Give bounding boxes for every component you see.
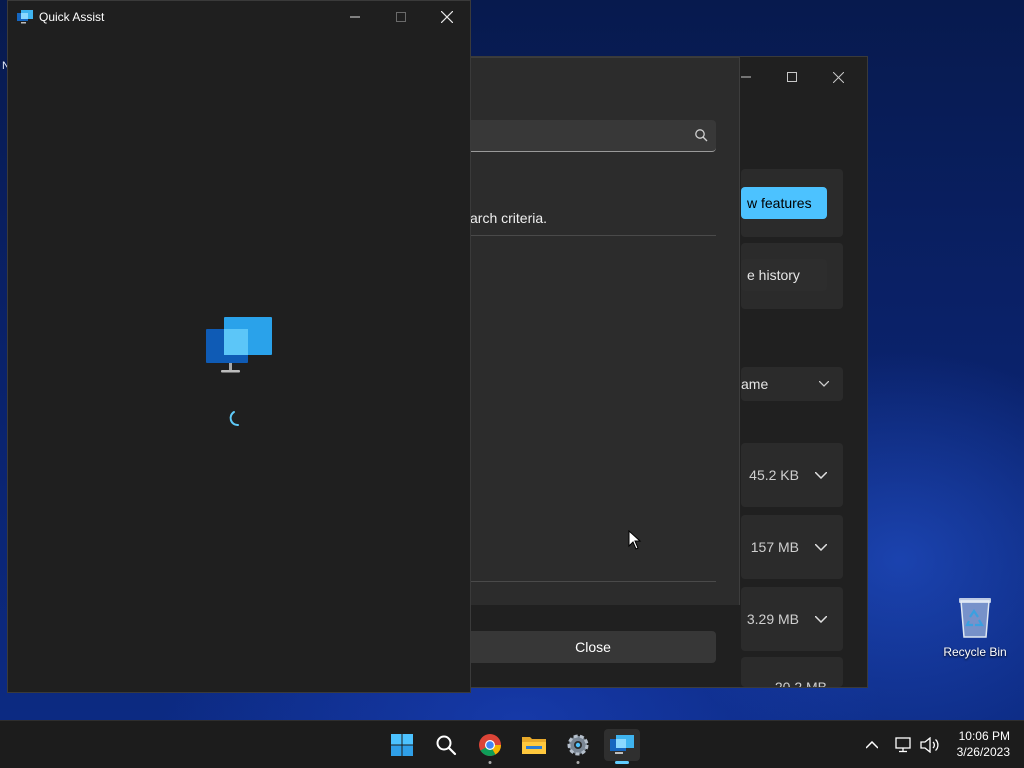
see-history-button[interactable]: e history — [741, 259, 827, 291]
chevron-down-icon — [815, 615, 827, 623]
divider — [470, 235, 716, 236]
view-features-button[interactable]: w features — [741, 187, 827, 219]
close-icon — [441, 10, 453, 23]
maximize-button[interactable] — [769, 63, 815, 91]
taskbar-quick-assist[interactable] — [604, 729, 640, 764]
feature-row[interactable]: 20.2 MB — [741, 657, 843, 687]
feature-row[interactable]: 157 MB — [741, 515, 843, 579]
optional-features-dialog: arch criteria. Close — [470, 57, 740, 688]
loading-spinner-icon — [229, 411, 239, 426]
maximize-icon — [396, 11, 406, 22]
feature-size: 3.29 MB — [746, 611, 799, 627]
sort-dropdown[interactable]: ame — [741, 367, 843, 401]
minimize-icon — [741, 76, 751, 78]
quick-assist-icon — [610, 735, 634, 754]
volume-icon — [920, 737, 939, 753]
close-window-button[interactable] — [424, 1, 470, 32]
minimize-button[interactable] — [332, 1, 378, 32]
sort-dropdown-value: ame — [741, 376, 769, 392]
start-button[interactable] — [384, 729, 420, 761]
show-hidden-icons-button[interactable] — [862, 729, 882, 761]
clock-time: 10:06 PM — [958, 729, 1010, 743]
running-indicator — [488, 761, 492, 764]
taskbar-chrome[interactable] — [472, 729, 508, 764]
feature-size: 20.2 MB — [774, 679, 827, 687]
divider — [470, 581, 716, 582]
network-icon — [895, 737, 911, 753]
quick-assist-logo-icon — [206, 317, 272, 373]
volume-button[interactable] — [918, 729, 942, 761]
quick-assist-app-icon — [17, 9, 33, 23]
recycle-bin[interactable]: Recycle Bin — [940, 595, 1010, 659]
running-indicator — [576, 761, 580, 764]
feature-search-input[interactable] — [470, 120, 716, 152]
file-explorer-icon — [522, 737, 546, 754]
search-icon — [436, 735, 457, 756]
dialog-footer: Close — [470, 605, 740, 687]
minimize-icon — [350, 16, 360, 17]
title-bar[interactable]: Quick Assist — [8, 1, 470, 32]
clock[interactable]: 10:06 PM 3/26/2023 — [957, 728, 1010, 760]
maximize-button[interactable] — [378, 1, 424, 32]
chevron-down-icon — [815, 471, 827, 479]
feature-size: 45.2 KB — [749, 467, 799, 483]
close-window-button[interactable] — [815, 63, 861, 91]
taskbar-file-explorer[interactable] — [516, 729, 552, 761]
window-title: Quick Assist — [39, 9, 105, 24]
search-icon — [695, 129, 708, 142]
settings-window-controls — [723, 63, 861, 91]
clock-date: 3/26/2023 — [956, 745, 1010, 759]
start-icon — [391, 734, 413, 756]
active-indicator — [615, 761, 629, 764]
settings-icon — [567, 734, 589, 756]
quick-assist-window: Quick Assist — [7, 0, 471, 693]
feature-row[interactable]: 45.2 KB — [741, 443, 843, 507]
window-controls — [332, 1, 470, 32]
mouse-pointer-icon — [628, 530, 642, 550]
close-icon — [832, 71, 844, 83]
feature-size: 157 MB — [750, 539, 799, 555]
chevron-up-icon — [866, 741, 878, 749]
chrome-icon — [479, 734, 501, 756]
taskbar-settings[interactable] — [560, 729, 596, 764]
recycle-bin-icon — [959, 598, 991, 638]
close-button[interactable]: Close — [470, 631, 716, 663]
feature-row[interactable]: 3.29 MB — [741, 587, 843, 651]
maximize-icon — [787, 72, 797, 82]
chevron-down-icon — [819, 381, 829, 387]
chevron-down-icon — [815, 543, 827, 551]
network-button[interactable] — [892, 729, 916, 761]
no-results-message: arch criteria. — [470, 210, 548, 226]
recycle-bin-label: Recycle Bin — [943, 645, 1007, 659]
taskbar: 10:06 PM 3/26/2023 — [0, 720, 1024, 768]
taskbar-search-button[interactable] — [428, 729, 464, 761]
